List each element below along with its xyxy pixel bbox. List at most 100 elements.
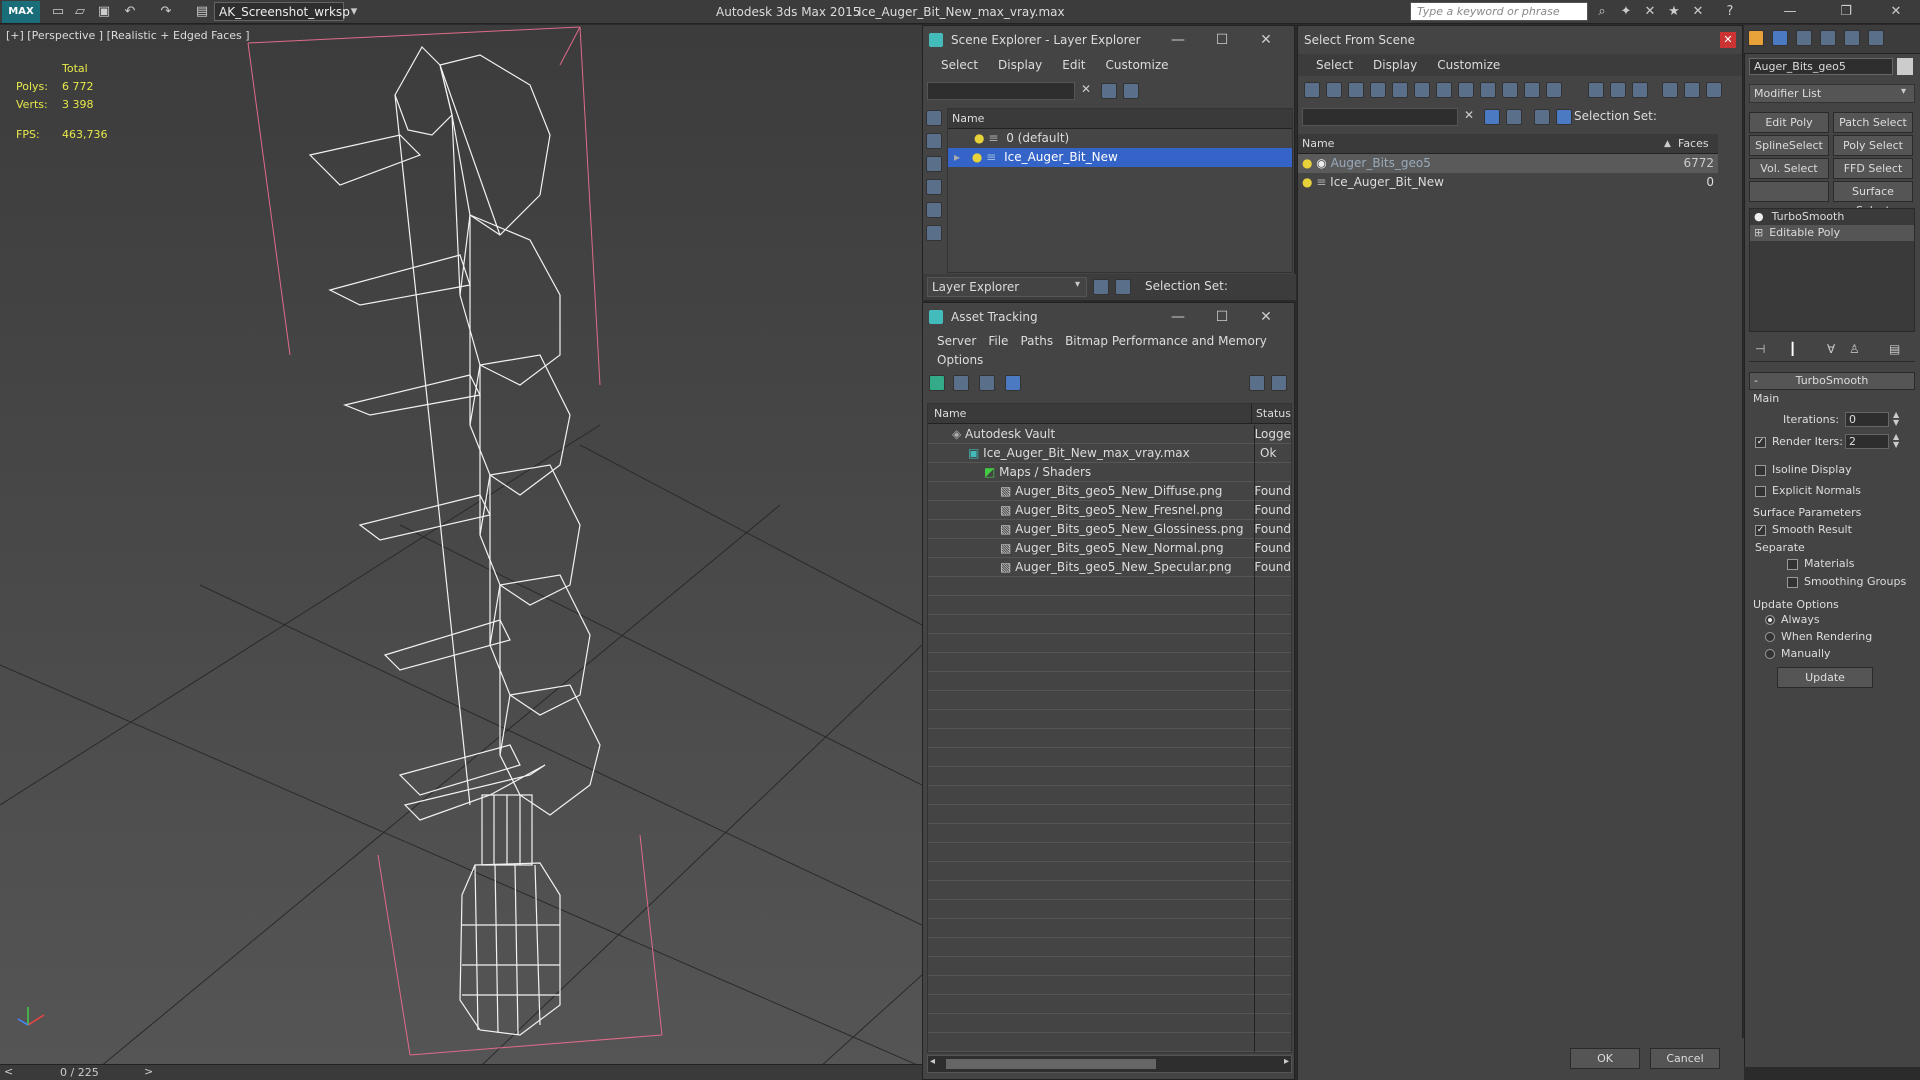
open-file-icon[interactable]: ▱ (70, 2, 90, 22)
collapse-icon[interactable]: - (1754, 373, 1758, 389)
make-unique-icon[interactable]: ∀ (1827, 342, 1835, 356)
isoline-checkbox[interactable] (1755, 464, 1766, 476)
display-cameras-icon[interactable] (926, 179, 942, 195)
remove-modifier-icon[interactable]: ♙ (1849, 342, 1860, 356)
scroll-right-icon[interactable]: ▸ (1284, 1056, 1289, 1067)
when-rendering-row[interactable]: When Rendering (1765, 630, 1872, 643)
menu-server[interactable]: Server (931, 331, 982, 351)
display-lights-icon[interactable] (926, 156, 942, 172)
filter-spacewarps-icon[interactable] (1414, 82, 1430, 98)
materials-row[interactable]: Materials (1787, 557, 1854, 570)
edit-poly-button[interactable]: Edit Poly (1749, 112, 1829, 133)
asset-row[interactable]: ▧ Auger_Bits_geo5_New_Normal.png Found (928, 539, 1291, 558)
object-row-ice-auger[interactable]: ● ≡ Ice_Auger_Bit_New 0 (1298, 173, 1718, 192)
filter-xrefs-icon[interactable] (1458, 82, 1474, 98)
light-bulb-icon[interactable]: ● (1302, 175, 1316, 189)
spinner-arrows-icon[interactable]: ▲ ▼ (1893, 433, 1899, 449)
menu-display[interactable]: Display (1363, 54, 1427, 76)
asset-row[interactable]: ▧ Auger_Bits_geo5_New_Fresnel.png Found (928, 501, 1291, 520)
poly-select-button[interactable]: Poly Select (1833, 135, 1913, 156)
col-faces[interactable]: Faces (1672, 134, 1709, 153)
manually-radio[interactable] (1765, 649, 1775, 659)
empty-modifier-button[interactable] (1749, 181, 1829, 202)
always-row[interactable]: Always (1765, 613, 1820, 626)
close-icon[interactable]: ✕ (1886, 2, 1906, 22)
save-icon[interactable]: ▣ (94, 2, 114, 22)
hierarchy-icon[interactable] (1556, 109, 1572, 125)
explicit-normals-checkbox[interactable] (1755, 485, 1766, 497)
select-from-scene-titlebar[interactable]: Select From Scene ✕ (1298, 26, 1742, 54)
create-tab-icon[interactable] (1748, 30, 1764, 46)
update-button[interactable]: Update (1777, 667, 1873, 688)
table-view-icon[interactable] (1005, 375, 1021, 391)
search-input[interactable]: Type a keyword or phrase (1410, 2, 1588, 21)
maximize-icon[interactable]: ☐ (1200, 303, 1244, 331)
filter-bones-icon[interactable] (1480, 82, 1496, 98)
redo-icon[interactable]: ↷ (156, 2, 176, 22)
manually-row[interactable]: Manually (1765, 647, 1831, 660)
motion-tab-icon[interactable] (1820, 30, 1836, 46)
dropdown-icon[interactable]: ▾ (1075, 279, 1080, 290)
ffd-select-button[interactable]: FFD Select (1833, 158, 1913, 179)
smoothing-groups-checkbox[interactable] (1787, 576, 1798, 588)
settings-icon[interactable] (1271, 375, 1287, 391)
col-status[interactable]: Status (1252, 404, 1291, 423)
turbosmooth-rollout-header[interactable]: - TurboSmooth (1749, 372, 1915, 390)
select-none-icon[interactable] (1610, 82, 1626, 98)
find-input[interactable] (1302, 108, 1458, 126)
surface-select-button[interactable]: Surface Select (1833, 181, 1913, 217)
menu-edit[interactable]: Edit (1052, 54, 1095, 76)
scroll-thumb[interactable] (946, 1059, 1156, 1069)
explorer-mode-select[interactable]: Layer Explorer (927, 277, 1087, 297)
object-row-auger-bits[interactable]: ● ◉ Auger_Bits_geo5 6772 (1298, 154, 1718, 173)
refresh-icon[interactable] (929, 375, 945, 391)
next-frame-icon[interactable]: > (144, 1065, 153, 1078)
layer-filter-icon[interactable] (1123, 83, 1139, 99)
menu-display[interactable]: Display (988, 54, 1052, 76)
asset-tracking-titlebar[interactable]: Asset Tracking — ☐ ✕ (923, 303, 1294, 331)
filter-icon[interactable] (1101, 83, 1117, 99)
stack-item-editable-poly[interactable]: ⊞ Editable Poly (1750, 225, 1914, 241)
menu-select[interactable]: Select (931, 54, 988, 76)
menu-select[interactable]: Select (1306, 54, 1363, 76)
vol-select-button[interactable]: Vol. Select (1749, 158, 1829, 179)
ok-button[interactable]: OK (1570, 1048, 1640, 1069)
tools-icon[interactable]: ✦ (1616, 2, 1636, 22)
asset-row[interactable]: ▧ Auger_Bits_geo5_New_Specular.png Found (928, 558, 1291, 577)
filter-lights-icon[interactable] (1348, 82, 1364, 98)
display-helpers-icon[interactable] (926, 202, 942, 218)
menu-customize[interactable]: Customize (1096, 54, 1179, 76)
star-icon[interactable]: ★ (1664, 2, 1684, 22)
spinner-arrows-icon[interactable]: ▲ ▼ (1893, 411, 1899, 427)
display-shapes-icon[interactable] (926, 133, 942, 149)
filter-helpers-icon[interactable] (1392, 82, 1408, 98)
render-iters-spinner[interactable]: 2 (1845, 434, 1889, 449)
layer-explorer-icon[interactable] (1093, 279, 1109, 295)
app-logo[interactable]: MAX (2, 1, 40, 23)
iterations-spinner[interactable]: 0 (1845, 412, 1889, 427)
hierarchy-tab-icon[interactable] (1796, 30, 1812, 46)
expand-arrow-icon[interactable]: ▸ (954, 150, 960, 164)
spline-select-button[interactable]: SplineSelect (1749, 135, 1829, 156)
utilities-tab-icon[interactable] (1868, 30, 1884, 46)
modifier-list-select[interactable]: Modifier List (1749, 84, 1915, 103)
clear-search-icon[interactable]: ✕ (1464, 108, 1474, 122)
undo-icon[interactable]: ↶ (120, 2, 140, 22)
pin-stack-icon[interactable]: ⊣ (1755, 342, 1765, 356)
show-end-result-icon[interactable]: ┃ (1789, 342, 1796, 356)
isoline-row[interactable]: Isoline Display (1755, 463, 1852, 476)
time-slider[interactable]: < 0 / 225 > (0, 1064, 922, 1080)
asset-row[interactable]: ◩ Maps / Shaders (928, 463, 1291, 482)
scene-explorer-titlebar[interactable]: Scene Explorer - Layer Explorer — ☐ ✕ (923, 26, 1294, 54)
materials-checkbox[interactable] (1787, 558, 1798, 570)
smooth-result-row[interactable]: ✓ Smooth Result (1755, 523, 1852, 536)
when-rendering-radio[interactable] (1765, 632, 1775, 642)
display-all-icon[interactable] (1546, 82, 1562, 98)
prev-frame-icon[interactable]: < (4, 1065, 13, 1078)
cancel-button[interactable]: Cancel (1650, 1048, 1720, 1069)
smoothing-groups-row[interactable]: Smoothing Groups (1787, 575, 1906, 588)
menu-paths[interactable]: Paths (1014, 331, 1059, 351)
list-view-icon[interactable] (953, 375, 969, 391)
wrench-icon[interactable]: ✕ (1640, 2, 1660, 22)
perspective-viewport[interactable]: [+] [Perspective ] [Realistic + Edged Fa… (0, 25, 922, 1067)
